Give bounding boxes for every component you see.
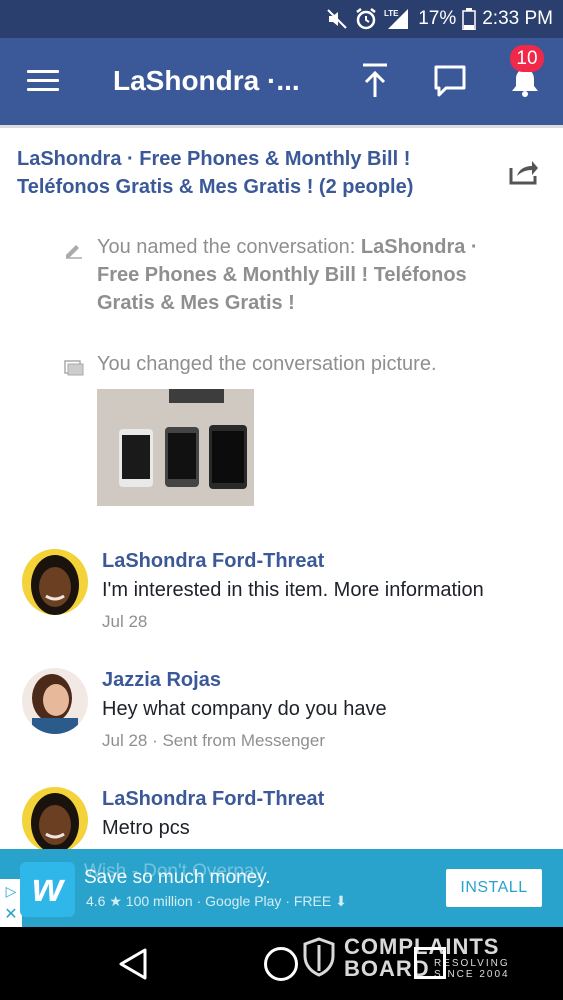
complaintsboard-watermark: COMPLAINTS BOARD RESOLVING SINCE 2004 (302, 934, 517, 984)
home-icon[interactable] (264, 947, 298, 981)
battery-icon (462, 8, 476, 30)
clock: 2:33 PM (482, 8, 553, 29)
message-timestamp: Jul 28 · Sent from Messenger (102, 731, 325, 750)
alarm-icon (354, 7, 378, 31)
picture-event-text: You changed the conversation picture. (97, 353, 437, 375)
ad-subtitle: 4.6 ★ 100 million · Google Play · FREE ⬇ (86, 893, 347, 909)
app-bar: LaShondra ·... 10 (0, 38, 563, 125)
message-timestamp: Jul 28 (102, 612, 148, 631)
avatar[interactable] (22, 787, 88, 853)
photo-icon (64, 356, 84, 376)
back-icon[interactable] (117, 947, 149, 981)
message-text: Metro pcs (102, 817, 190, 839)
shield-icon (303, 937, 335, 977)
picture-event: You changed the conversation picture. (64, 350, 517, 378)
message-sender[interactable]: Jazzia Rojas (102, 669, 221, 692)
message-sender[interactable]: LaShondra Ford-Threat (102, 788, 324, 811)
header-divider (0, 125, 563, 128)
watermark-line2: BOARD (344, 956, 430, 981)
watermark-sub2: SINCE 2004 (434, 969, 510, 980)
message-sender[interactable]: LaShondra Ford-Threat (102, 550, 324, 573)
ad-banner[interactable]: ▷ ✕ w Wish - Don't Overpay Save so much … (0, 849, 563, 927)
pencil-icon (64, 239, 84, 259)
watermark-sub1: RESOLVING (434, 958, 510, 969)
ad-close-icon[interactable]: ✕ (0, 903, 22, 927)
ad-title: Save so much money. (84, 867, 271, 888)
signal-icon: LTE (384, 7, 410, 31)
menu-icon[interactable] (27, 70, 59, 92)
avatar[interactable] (22, 549, 88, 615)
status-bar: LTE 17% 2:33 PM (0, 0, 563, 38)
message-text: I'm interested in this item. More inform… (102, 579, 484, 601)
battery-percentage: 17% (418, 8, 457, 29)
rename-event: You named the conversation: LaShondra · … (64, 233, 517, 317)
scroll-top-icon[interactable] (360, 62, 390, 100)
chat-icon[interactable] (433, 64, 467, 98)
wish-logo: w (20, 862, 75, 917)
notification-badge: 10 (510, 45, 544, 72)
ad-choices-icon[interactable]: ▷ (0, 879, 22, 903)
share-icon[interactable] (508, 158, 540, 186)
conversation-photo[interactable] (97, 389, 254, 506)
conversation-title[interactable]: LaShondra · Free Phones & Monthly Bill !… (17, 145, 477, 201)
avatar[interactable] (22, 668, 88, 734)
conversation-short-title: LaShondra ·... (113, 65, 300, 96)
rename-event-text: You named the conversation: (97, 236, 361, 258)
install-button[interactable]: INSTALL (446, 869, 542, 907)
message-text: Hey what company do you have (102, 698, 387, 720)
svg-text:LTE: LTE (384, 9, 399, 18)
mute-icon (326, 8, 348, 30)
